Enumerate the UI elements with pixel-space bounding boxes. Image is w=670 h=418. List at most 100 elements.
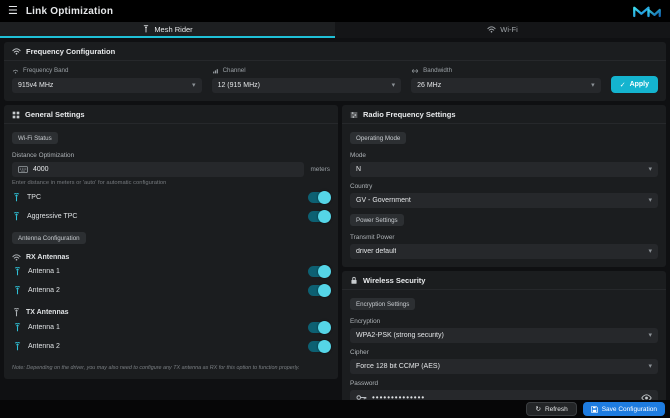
transmit-power-label: Transmit Power xyxy=(350,234,658,241)
top-bar: ☰ Link Optimization xyxy=(0,0,670,22)
panel-title: Wireless Security xyxy=(363,276,425,285)
rx-antenna-2-row: Antenna 2 xyxy=(12,281,330,300)
tpc-toggle[interactable] xyxy=(308,192,330,203)
refresh-button[interactable]: ↻ Refresh xyxy=(526,402,576,416)
mode-label: Mode xyxy=(350,152,658,159)
channel-label: Channel xyxy=(212,67,402,74)
antenna-icon xyxy=(13,267,22,276)
save-icon xyxy=(591,406,598,413)
distance-help-text: Enter distance in meters or 'auto' for a… xyxy=(12,180,330,186)
sliders-icon xyxy=(350,111,358,119)
page-title: Link Optimization xyxy=(26,6,113,17)
frequency-band-label: Frequency Band xyxy=(12,67,202,74)
lock-icon xyxy=(350,276,358,285)
chevron-down-icon: ▾ xyxy=(648,166,652,173)
encryption-label: Encryption xyxy=(350,318,658,325)
rx-antenna-1-row: Antenna 1 xyxy=(12,262,330,281)
country-label: Country xyxy=(350,183,658,190)
bars-icon xyxy=(212,68,219,74)
bandwidth-group: Bandwidth 26 MHz ▾ xyxy=(411,67,601,93)
chevron-down-icon: ▾ xyxy=(648,363,652,370)
distance-unit: meters xyxy=(310,166,330,173)
main-content: Frequency Configuration Frequency Band 9… xyxy=(0,38,670,400)
chevron-down-icon: ▾ xyxy=(648,197,652,204)
wifi-icon xyxy=(12,48,21,55)
distance-value[interactable] xyxy=(33,166,298,173)
frequency-band-select[interactable]: 915v4 MHz ▾ xyxy=(12,78,202,93)
wifi-icon xyxy=(12,254,21,261)
frequency-panel-header: Frequency Configuration xyxy=(4,42,666,61)
aggressive-tpc-toggle[interactable] xyxy=(308,211,330,222)
distance-input[interactable] xyxy=(12,162,304,177)
brand-logo xyxy=(632,5,662,18)
frequency-configuration-panel: Frequency Configuration Frequency Band 9… xyxy=(4,42,666,101)
right-column: Radio Frequency Settings Operating Mode … xyxy=(342,105,666,396)
security-panel-header: Wireless Security xyxy=(342,271,666,290)
rx-antennas-header: RX Antennas xyxy=(12,254,330,261)
antenna-icon xyxy=(13,323,22,332)
menu-icon[interactable]: ☰ xyxy=(8,6,18,17)
chevron-down-icon: ▾ xyxy=(648,332,652,339)
operating-mode-chip[interactable]: Operating Mode xyxy=(350,132,406,144)
bandwidth-label: Bandwidth xyxy=(411,67,601,74)
password-label: Password xyxy=(350,380,658,387)
tx-note-text: Note: Depending on the driver, you may a… xyxy=(12,365,330,371)
save-configuration-button[interactable]: Save Configuration xyxy=(583,402,665,416)
tab-label: Mesh Rider xyxy=(154,25,192,34)
rx-antenna-2-toggle[interactable] xyxy=(308,285,330,296)
general-panel-header: General Settings xyxy=(4,105,338,124)
panel-title: Radio Frequency Settings xyxy=(363,110,456,119)
apply-button[interactable]: ✓ Apply xyxy=(611,76,658,93)
antenna-icon xyxy=(12,308,21,317)
signal-icon xyxy=(12,68,19,74)
tx-antenna-1-row: Antenna 1 xyxy=(12,318,330,337)
wireless-security-panel: Wireless Security Encryption Settings En… xyxy=(342,271,666,413)
panel-title: General Settings xyxy=(25,110,85,119)
tab-bar: Mesh Rider Wi-Fi xyxy=(0,22,670,38)
antenna-icon xyxy=(13,286,22,295)
transmit-power-select[interactable]: driver default ▾ xyxy=(350,244,658,259)
chevron-down-icon: ▾ xyxy=(591,82,595,89)
wifi-status-chip[interactable]: Wi-Fi Status xyxy=(12,132,58,144)
check-icon: ✓ xyxy=(620,81,626,89)
frequency-band-group: Frequency Band 915v4 MHz ▾ xyxy=(12,67,202,93)
country-select[interactable]: GV - Government ▾ xyxy=(350,193,658,208)
content-columns: General Settings Wi-Fi Status Distance O… xyxy=(4,105,666,396)
footer-bar: ↻ Refresh Save Configuration xyxy=(0,400,670,418)
general-settings-panel: General Settings Wi-Fi Status Distance O… xyxy=(4,105,338,379)
refresh-icon: ↻ xyxy=(535,405,540,413)
antenna-icon xyxy=(12,193,21,202)
app-root: ☰ Link Optimization Mesh Rider Wi-Fi xyxy=(0,0,670,418)
radio-panel-header: Radio Frequency Settings xyxy=(342,105,666,124)
encryption-settings-chip[interactable]: Encryption Settings xyxy=(350,298,415,310)
distance-row: meters xyxy=(12,162,330,177)
channel-select[interactable]: 12 (915 MHz) ▾ xyxy=(212,78,402,93)
rx-antenna-1-toggle[interactable] xyxy=(308,266,330,277)
antenna-configuration-chip[interactable]: Antenna Configuration xyxy=(12,232,86,244)
cipher-label: Cipher xyxy=(350,349,658,356)
encryption-select[interactable]: WPA2-PSK (strong security) ▾ xyxy=(350,328,658,343)
wifi-icon xyxy=(487,26,496,33)
frequency-controls-row: Frequency Band 915v4 MHz ▾ Channel xyxy=(4,61,666,101)
antenna-icon xyxy=(13,342,22,351)
tab-wifi[interactable]: Wi-Fi xyxy=(335,22,670,38)
security-panel-body: Encryption Settings Encryption WPA2-PSK … xyxy=(342,290,666,413)
grid-icon xyxy=(12,111,20,119)
keyboard-icon xyxy=(18,166,28,173)
aggressive-tpc-row: Aggressive TPC xyxy=(12,207,330,226)
distance-optimization-label: Distance Optimization xyxy=(12,152,330,159)
width-arrows-icon xyxy=(411,68,419,74)
cipher-select[interactable]: Force 128 bit CCMP (AES) ▾ xyxy=(350,359,658,374)
channel-group: Channel 12 (915 MHz) ▾ xyxy=(212,67,402,93)
chevron-down-icon: ▾ xyxy=(648,248,652,255)
tx-antennas-header: TX Antennas xyxy=(12,308,330,317)
bandwidth-select[interactable]: 26 MHz ▾ xyxy=(411,78,601,93)
tx-antenna-2-toggle[interactable] xyxy=(308,341,330,352)
tab-label: Wi-Fi xyxy=(500,25,518,34)
antenna-icon xyxy=(142,25,150,33)
tab-mesh-rider[interactable]: Mesh Rider xyxy=(0,22,335,38)
mode-select[interactable]: N ▾ xyxy=(350,162,658,177)
power-settings-chip[interactable]: Power Settings xyxy=(350,214,404,226)
tx-antenna-1-toggle[interactable] xyxy=(308,322,330,333)
tpc-row: TPC xyxy=(12,188,330,207)
